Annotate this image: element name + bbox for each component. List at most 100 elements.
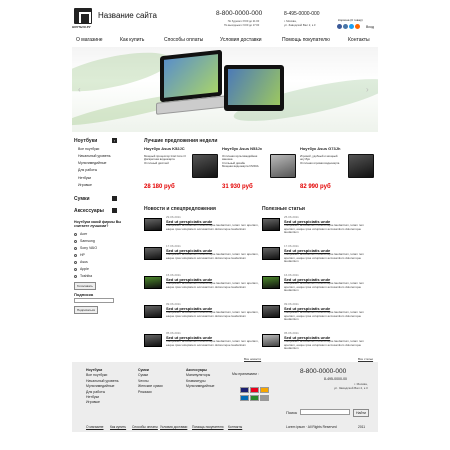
- news-thumbnail[interactable]: [144, 218, 162, 231]
- product-card[interactable]: Ноутбук Asus G73Jh Игровой, удобный и мо…: [300, 146, 376, 202]
- all-articles-link[interactable]: Все статьи: [358, 357, 373, 361]
- site-title: Название сайта: [98, 11, 157, 20]
- sidebar-section-accessories[interactable]: Аксессуары: [74, 208, 104, 214]
- footer: Ноутбуки Все ноутбуки Начальный уровень …: [72, 362, 378, 432]
- nav-item-delivery[interactable]: Условия доставки: [220, 37, 262, 43]
- header-phone-1: 8-800-0000-000: [216, 10, 263, 17]
- news-text: Voluptatem accusantium doloremque laudan…: [166, 310, 259, 318]
- product-image[interactable]: [270, 154, 296, 178]
- bottom-link[interactable]: Способы оплаты: [132, 425, 158, 429]
- logo-icon[interactable]: [74, 8, 92, 24]
- product-feature: Отличный дисплей: [144, 160, 169, 165]
- hero-slider[interactable]: ‹ ›: [72, 47, 378, 132]
- all-news-link[interactable]: Все новости: [244, 357, 261, 361]
- news-text: Voluptatem accusantium doloremque laudan…: [166, 252, 259, 260]
- logo-text: НОУТБУК.РУ: [72, 25, 91, 29]
- bottom-link[interactable]: Контакты: [228, 425, 242, 429]
- sidebar-item[interactable]: Мультимедийные: [78, 161, 106, 165]
- article-thumbnail[interactable]: [262, 305, 280, 318]
- news-item[interactable]: 15.06.2011 Sed ut perspiciatis unde Volu…: [144, 273, 264, 299]
- nav-item-contacts[interactable]: Контакты: [348, 37, 370, 43]
- news-item[interactable]: 29.06.2011 Sed ut perspiciatis unde Volu…: [144, 215, 264, 241]
- footer-link[interactable]: Мультимедийные: [86, 384, 119, 389]
- sidebar: Ноутбуки › Все ноутбуки Начальный уровен…: [72, 136, 134, 316]
- radio-button[interactable]: [74, 240, 77, 243]
- news-item[interactable]: 09.06.2011 Sed ut perspiciatis unde Volu…: [144, 302, 264, 328]
- sidebar-item[interactable]: Для работы: [78, 168, 97, 172]
- sidebar-section-bags[interactable]: Сумки: [74, 196, 90, 202]
- expand-icon[interactable]: [112, 196, 117, 201]
- product-card[interactable]: Ноутбук Asus K52JC Мощный процессор Inte…: [144, 146, 220, 202]
- radio-button[interactable]: [74, 233, 77, 236]
- news-list: 29.06.2011 Sed ut perspiciatis unde Volu…: [144, 215, 264, 361]
- slider-prev-icon[interactable]: ‹: [78, 85, 81, 94]
- radio-button[interactable]: [74, 247, 77, 250]
- news-thumbnail[interactable]: [144, 334, 162, 347]
- product-image[interactable]: [192, 154, 218, 178]
- twitter-icon[interactable]: [349, 24, 354, 29]
- login-link[interactable]: Вход: [366, 25, 374, 29]
- nav-item-how-to-buy[interactable]: Как купить: [120, 37, 144, 43]
- article-thumbnail[interactable]: [262, 218, 280, 231]
- vk-icon[interactable]: [343, 24, 348, 29]
- articles-list: 25.06.2011 Sed ut perspiciatis unde Volu…: [262, 215, 378, 361]
- bottom-link[interactable]: Как купить: [110, 425, 126, 429]
- odnoklassniki-icon[interactable]: [355, 24, 360, 29]
- tablet-image: [160, 49, 222, 103]
- news-item[interactable]: 17.06.2011 Sed ut perspiciatis unde Volu…: [144, 244, 264, 270]
- poll-option-label: Apple: [80, 267, 89, 271]
- facebook-icon[interactable]: [337, 24, 342, 29]
- sidebar-item[interactable]: Игровые: [78, 183, 92, 187]
- sidebar-item[interactable]: Нетбуки: [78, 176, 91, 180]
- tablet-back-image: [224, 65, 284, 111]
- article-item[interactable]: 17.06.2011 Sed ut perspiciatis unde Volu…: [262, 244, 376, 270]
- article-thumbnail[interactable]: [262, 334, 280, 347]
- radio-button[interactable]: [74, 275, 77, 278]
- footer-link[interactable]: Мультимедийные: [186, 384, 214, 389]
- poll-options: Acer Samsung Sony VAIO HP Asus Apple Tos…: [74, 232, 130, 281]
- article-item[interactable]: 09.06.2011 Sed ut perspiciatis unde Volu…: [262, 302, 376, 328]
- nav-item-about[interactable]: О магазине: [76, 37, 103, 43]
- news-thumbnail[interactable]: [144, 247, 162, 260]
- news-thumbnail[interactable]: [144, 305, 162, 318]
- footer-link[interactable]: Рюкзаки: [138, 390, 163, 395]
- product-features: Мощный процессор Intel Core i3 Дискретна…: [144, 154, 188, 165]
- cart-link[interactable]: Корзина (0 товар): [338, 18, 363, 22]
- bottom-link[interactable]: О магазине: [86, 425, 104, 429]
- product-name[interactable]: Ноутбук Asus K52JC: [144, 146, 185, 151]
- slider-next-icon[interactable]: ›: [366, 85, 369, 94]
- product-image[interactable]: [348, 154, 374, 178]
- vote-button[interactable]: Голосовать: [74, 282, 96, 290]
- nav-item-payment[interactable]: Способы оплаты: [164, 37, 203, 43]
- footer-link[interactable]: Игровые: [86, 400, 119, 405]
- product-name[interactable]: Ноутбук Asus G73Jh: [300, 146, 340, 151]
- radio-button[interactable]: [74, 268, 77, 271]
- subscribe-button[interactable]: Подписаться: [74, 306, 98, 314]
- sidebar-item[interactable]: Все ноутбуки: [78, 147, 99, 151]
- poll-option-label: Sony VAIO: [80, 246, 98, 250]
- sidebar-item[interactable]: Начальный уровень: [78, 154, 111, 158]
- news-thumbnail[interactable]: [144, 276, 162, 289]
- bottom-link[interactable]: Условия доставки: [160, 425, 187, 429]
- product-card[interactable]: Ноутбук Asus N53Jx Отличная мультимедийн…: [222, 146, 298, 202]
- article-thumbnail[interactable]: [262, 247, 280, 260]
- sidebar-section-laptops[interactable]: Ноутбуки: [74, 138, 97, 144]
- news-item[interactable]: 05.06.2011 Sed ut perspiciatis unde Volu…: [144, 331, 264, 357]
- expand-icon[interactable]: ›: [112, 138, 117, 143]
- news-text: Voluptatem accusantium doloremque laudan…: [166, 339, 259, 347]
- radio-button[interactable]: [74, 254, 77, 257]
- radio-button[interactable]: [74, 261, 77, 264]
- article-item[interactable]: 16.06.2011 Sed ut perspiciatis unde Volu…: [262, 273, 376, 299]
- product-name[interactable]: Ноутбук Asus N53Jx: [222, 146, 262, 151]
- expand-icon[interactable]: [112, 208, 117, 213]
- subscribe-input[interactable]: [74, 298, 114, 303]
- search-input[interactable]: [300, 409, 350, 415]
- poll-option-label: Asus: [80, 260, 88, 264]
- bottom-link[interactable]: Помощь покупателю: [192, 425, 224, 429]
- article-item[interactable]: 05.06.2011 Sed ut perspiciatis unde Volu…: [262, 331, 376, 357]
- article-thumbnail[interactable]: [262, 276, 280, 289]
- article-item[interactable]: 25.06.2011 Sed ut perspiciatis unde Volu…: [262, 215, 376, 241]
- nav-item-help[interactable]: Помощь покупателю: [282, 37, 330, 43]
- search-button[interactable]: Найти: [353, 409, 369, 417]
- footer-link[interactable]: Женские сумки: [138, 384, 163, 389]
